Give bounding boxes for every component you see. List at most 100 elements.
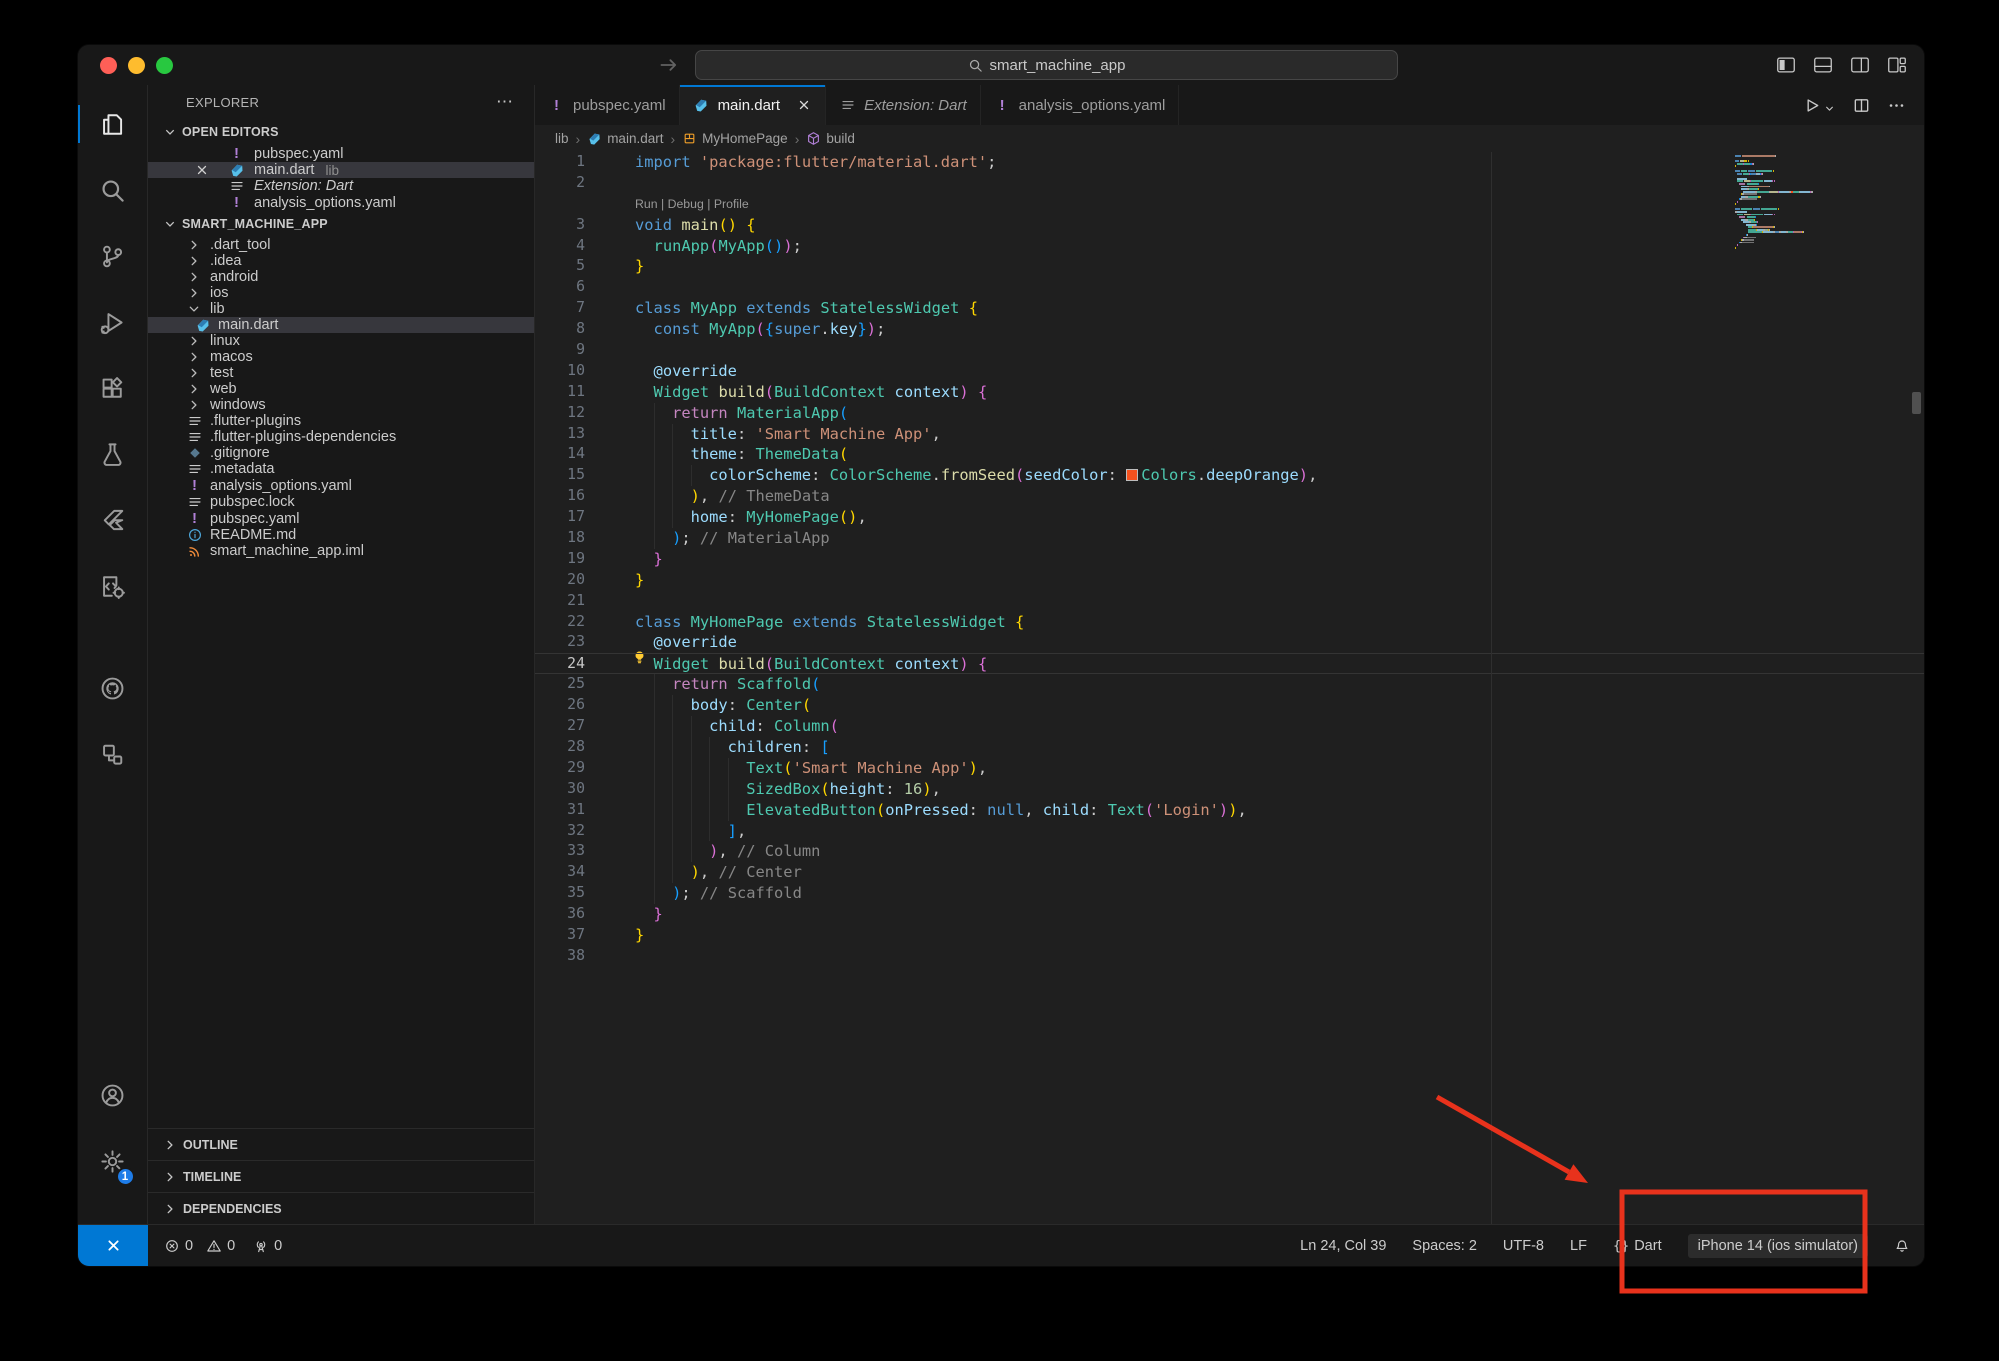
activity-flutter[interactable] <box>78 487 148 553</box>
run-or-debug-button[interactable] <box>1802 96 1836 115</box>
code-line-16[interactable]: 16 ), // ThemeData <box>535 486 1924 507</box>
toggle-panel-icon[interactable] <box>1812 54 1834 76</box>
tree-item-smart_machine_app.iml[interactable]: smart_machine_app.iml <box>148 543 534 559</box>
code-line-22[interactable]: 22class MyHomePage extends StatelessWidg… <box>535 612 1924 633</box>
tree-item-test[interactable]: test <box>148 365 534 381</box>
split-editor-button[interactable] <box>1852 96 1871 115</box>
close-tab-icon[interactable] <box>796 97 812 113</box>
status-ports[interactable]: 0 <box>253 1238 282 1254</box>
tree-item-.flutter-plugins-dependencies[interactable]: .flutter-plugins-dependencies <box>148 429 534 445</box>
status-problems[interactable]: 00 <box>164 1238 235 1254</box>
code-line-9[interactable]: 9 <box>535 340 1924 361</box>
tree-item-ios[interactable]: ios <box>148 285 534 301</box>
tree-item-.flutter-plugins[interactable]: .flutter-plugins <box>148 413 534 429</box>
code-line-7[interactable]: 7class MyApp extends StatelessWidget { <box>535 298 1924 319</box>
minimize-window-button[interactable] <box>128 57 145 74</box>
tree-item-.metadata[interactable]: .metadata <box>148 461 534 477</box>
code-line-17[interactable]: 17 home: MyHomePage(), <box>535 507 1924 528</box>
tree-item-pubspec.yaml[interactable]: !pubspec.yaml <box>148 510 534 527</box>
customize-layout-icon[interactable] <box>1886 54 1908 76</box>
code-line-28[interactable]: 28 children: [ <box>535 737 1924 758</box>
activity-remote-explorer[interactable] <box>78 721 148 787</box>
code-line-23[interactable]: 23@override <box>535 632 1924 653</box>
status-eol[interactable]: LF <box>1570 1238 1587 1254</box>
activity-extensions[interactable] <box>78 355 148 421</box>
minimap[interactable] <box>1735 155 1865 252</box>
tree-item-linux[interactable]: linux <box>148 333 534 349</box>
close-window-button[interactable] <box>100 57 117 74</box>
code-line-3[interactable]: 3void main() { <box>535 215 1924 236</box>
code-line-32[interactable]: 32 ], <box>535 821 1924 842</box>
code-line-37[interactable]: 37} <box>535 925 1924 946</box>
breadcrumb-lib[interactable]: lib <box>555 131 569 146</box>
tree-item-.dart_tool[interactable]: .dart_tool <box>148 237 534 253</box>
code-line-5[interactable]: 5} <box>535 256 1924 277</box>
tree-item-macos[interactable]: macos <box>148 349 534 365</box>
activity-accounts[interactable] <box>78 1062 148 1128</box>
sidebar-panel-dependencies[interactable]: DEPENDENCIES <box>148 1192 534 1224</box>
status-cursor-position[interactable]: Ln 24, Col 39 <box>1300 1238 1386 1254</box>
tree-item-.gitignore[interactable]: .gitignore <box>148 445 534 461</box>
code-line-18[interactable]: 18 ); // MaterialApp <box>535 528 1924 549</box>
activity-github[interactable] <box>78 655 148 721</box>
code-line-33[interactable]: 33 ), // Column <box>535 841 1924 862</box>
code-line-19[interactable]: 19 } <box>535 549 1924 570</box>
close-editor-icon[interactable] <box>194 162 210 178</box>
tree-item-web[interactable]: web <box>148 381 534 397</box>
more-actions-button[interactable] <box>1887 96 1906 115</box>
tab-main.dart[interactable]: main.dart <box>680 85 827 125</box>
code-line-29[interactable]: 29 Text('Smart Machine App'), <box>535 758 1924 779</box>
activity-source-control[interactable] <box>78 223 148 289</box>
toggle-primary-sidebar-icon[interactable] <box>1775 54 1797 76</box>
code-line-13[interactable]: 13 title: 'Smart Machine App', <box>535 424 1924 445</box>
more-actions-icon[interactable]: ⋯ <box>496 92 514 112</box>
activity-explorer[interactable] <box>78 91 148 157</box>
code-line-26[interactable]: 26 body: Center( <box>535 695 1924 716</box>
code-line-20[interactable]: 20} <box>535 570 1924 591</box>
code-line-35[interactable]: 35 ); // Scaffold <box>535 883 1924 904</box>
toggle-secondary-sidebar-icon[interactable] <box>1849 54 1871 76</box>
open-editor-Extension: Dart[interactable]: Extension: Dart <box>148 178 534 194</box>
tree-item-windows[interactable]: windows <box>148 397 534 413</box>
tree-item-main.dart[interactable]: main.dart <box>148 317 534 333</box>
tree-item-.idea[interactable]: .idea <box>148 253 534 269</box>
tab-Extension: Dart[interactable]: Extension: Dart <box>826 85 981 125</box>
scrollbar-thumb[interactable] <box>1912 392 1921 414</box>
code-line-27[interactable]: 27 child: Column( <box>535 716 1924 737</box>
sidebar-panel-outline[interactable]: OUTLINE <box>148 1128 534 1160</box>
activity-settings[interactable]: 1 <box>78 1128 148 1194</box>
code-line-2[interactable]: 2 <box>535 173 1924 194</box>
activity-run-debug[interactable] <box>78 289 148 355</box>
status-encoding[interactable]: UTF-8 <box>1503 1238 1544 1254</box>
open-editor-analysis_options.yaml[interactable]: !analysis_options.yaml <box>148 194 534 211</box>
code-lens-row[interactable]: Run | Debug | Profile <box>535 194 1924 215</box>
activity-testing[interactable] <box>78 421 148 487</box>
code-line-8[interactable]: 8 const MyApp({super.key}); <box>535 319 1924 340</box>
status-language[interactable]: {}Dart <box>1613 1238 1662 1254</box>
breadcrumb-main.dart[interactable]: main.dart <box>587 131 663 146</box>
code-line-21[interactable]: 21 <box>535 591 1924 612</box>
code-line-14[interactable]: 14 theme: ThemeData( <box>535 444 1924 465</box>
code-line-12[interactable]: 12 return MaterialApp( <box>535 403 1924 424</box>
tab-analysis_options.yaml[interactable]: !analysis_options.yaml <box>981 85 1180 125</box>
code-lens[interactable]: Run | Debug | Profile <box>635 194 749 215</box>
status-device[interactable]: iPhone 14 (ios simulator) <box>1688 1234 1868 1258</box>
code-line-24[interactable]: 24 Widget build(BuildContext context) { <box>535 653 1924 674</box>
open-editors-header[interactable]: OPEN EDITORS <box>148 119 534 145</box>
sidebar-panel-timeline[interactable]: TIMELINE <box>148 1160 534 1192</box>
code-line-15[interactable]: 15 colorScheme: ColorScheme.fromSeed(see… <box>535 465 1924 486</box>
status-indentation[interactable]: Spaces: 2 <box>1412 1238 1477 1254</box>
breadcrumb-build[interactable]: build <box>806 131 855 146</box>
tree-item-pubspec.lock[interactable]: pubspec.lock <box>148 494 534 510</box>
code-line-1[interactable]: 1import 'package:flutter/material.dart'; <box>535 152 1924 173</box>
command-center-search[interactable]: smart_machine_app <box>695 50 1398 80</box>
status-bell[interactable] <box>1894 1238 1910 1254</box>
code-line-11[interactable]: 11 Widget build(BuildContext context) { <box>535 382 1924 403</box>
code-line-34[interactable]: 34 ), // Center <box>535 862 1924 883</box>
code-line-31[interactable]: 31 ElevatedButton(onPressed: null, child… <box>535 800 1924 821</box>
remote-indicator[interactable] <box>78 1225 148 1266</box>
code-line-38[interactable]: 38 <box>535 946 1924 967</box>
tree-item-lib[interactable]: lib <box>148 301 534 317</box>
open-editor-pubspec.yaml[interactable]: !pubspec.yaml <box>148 145 534 162</box>
forward-icon[interactable] <box>658 54 680 76</box>
